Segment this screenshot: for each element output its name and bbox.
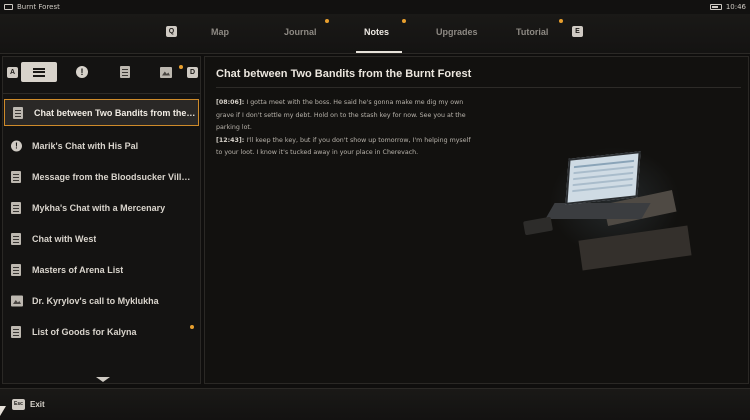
filter-separator: [3, 93, 200, 94]
note-item-kyrylov-call[interactable]: Dr. Kyrylov's call to Myklukha: [3, 285, 200, 316]
laptop-illustration: [510, 137, 748, 287]
tab-strip: Q Map Journal Notes Upgrades Tutorial E: [160, 14, 590, 54]
laptop-keyboard: [545, 203, 651, 219]
note-item-bloodsucker-village[interactable]: Message from the Bloodsucker Village: [3, 161, 200, 192]
mouse-cursor-icon: [0, 406, 6, 416]
tab-upgrades[interactable]: Upgrades: [436, 27, 478, 37]
note-icon: [11, 170, 21, 183]
note-title: List of Goods for Kalyna: [32, 326, 137, 337]
note-item-bandits-chat[interactable]: Chat between Two Bandits from the Burnt …: [4, 99, 199, 126]
note-detail-panel: Chat between Two Bandits from the Burnt …: [204, 56, 749, 384]
note-icon: [13, 106, 23, 119]
footer-bar: Esc Exit: [0, 388, 750, 420]
exclamation-icon: !: [11, 140, 22, 151]
exit-label: Exit: [30, 400, 45, 409]
prev-tab-key[interactable]: Q: [166, 26, 177, 37]
note-title: Marik's Chat with His Pal: [32, 140, 139, 151]
message-timestamp: [12:43]:: [216, 136, 245, 144]
tab-tutorial[interactable]: Tutorial: [516, 27, 548, 37]
active-tab-underline: [356, 51, 402, 53]
next-filter-key[interactable]: D: [187, 67, 198, 78]
note-icon: [11, 201, 21, 214]
note-item-mykhas-chat[interactable]: Mykha's Chat with a Mercenary: [3, 192, 200, 223]
exit-button[interactable]: Esc Exit: [12, 399, 45, 410]
status-bar: Burnt Forest 10:46: [0, 0, 750, 14]
note-item-masters-of-arena[interactable]: Masters of Arena List: [3, 254, 200, 285]
note-item-mariks-chat[interactable]: ! Marik's Chat with His Pal: [3, 130, 200, 161]
tab-journal-badge: [325, 19, 329, 23]
filter-row: A ! D: [3, 57, 200, 89]
photo-icon: [160, 66, 172, 78]
filter-important-button[interactable]: !: [64, 62, 100, 82]
next-tab-key[interactable]: E: [572, 26, 583, 37]
note-title: Mykha's Chat with a Mercenary: [32, 202, 166, 213]
notes-list-panel: A ! D Chat between Two Bandits from the …: [2, 56, 201, 384]
location-label: Burnt Forest: [17, 3, 60, 11]
clock-label: 10:46: [725, 3, 746, 11]
note-body: [08:06]: I gotta meet with the boss. He …: [216, 97, 478, 160]
note-title: Chat with West: [32, 233, 97, 244]
status-right: 10:46: [709, 3, 746, 11]
title-divider: [216, 87, 741, 88]
exclamation-icon: !: [76, 66, 88, 78]
note-title: Message from the Bloodsucker Village: [32, 171, 194, 182]
status-left: Burnt Forest: [4, 3, 60, 11]
note-detail-title: Chat between Two Bandits from the Burnt …: [216, 68, 472, 80]
filter-all-button[interactable]: [21, 62, 57, 82]
laptop-screen: [565, 151, 641, 205]
window-icon: [4, 4, 13, 10]
message-timestamp: [08:06]:: [216, 99, 245, 106]
prev-filter-key[interactable]: A: [7, 67, 18, 78]
note-icon: [11, 263, 21, 276]
note-icon: [11, 325, 21, 338]
notes-list: Chat between Two Bandits from the Burnt …: [3, 99, 200, 347]
message-text: I'll keep the key, but if you don't show…: [216, 136, 471, 157]
message-text: I gotta meet with the boss. He said he's…: [216, 99, 466, 131]
scroll-down-icon[interactable]: [96, 377, 110, 382]
tab-map[interactable]: Map: [211, 27, 229, 37]
note-icon: [120, 66, 130, 78]
list-icon: [33, 67, 45, 77]
tab-tutorial-badge: [559, 19, 563, 23]
top-navigation: Q Map Journal Notes Upgrades Tutorial E: [0, 14, 750, 54]
filter-notes-button[interactable]: [107, 62, 143, 82]
tab-notes-badge: [402, 19, 406, 23]
battery-icon: [709, 4, 722, 10]
tab-journal[interactable]: Journal: [284, 27, 317, 37]
note-item-goods-for-kalyna[interactable]: List of Goods for Kalyna: [3, 316, 200, 347]
note-icon: [11, 232, 21, 245]
note-title: Dr. Kyrylov's call to Myklukha: [32, 295, 159, 306]
phone-object: [522, 216, 554, 236]
photo-icon: [11, 295, 23, 306]
note-item-chat-with-west[interactable]: Chat with West: [3, 223, 200, 254]
note-title: Chat between Two Bandits from the Burnt …: [34, 107, 196, 118]
note-new-badge: [190, 325, 194, 329]
filter-images-badge: [179, 65, 183, 69]
esc-key: Esc: [12, 399, 25, 410]
tab-notes[interactable]: Notes: [364, 27, 389, 37]
note-title: Masters of Arena List: [32, 264, 124, 275]
